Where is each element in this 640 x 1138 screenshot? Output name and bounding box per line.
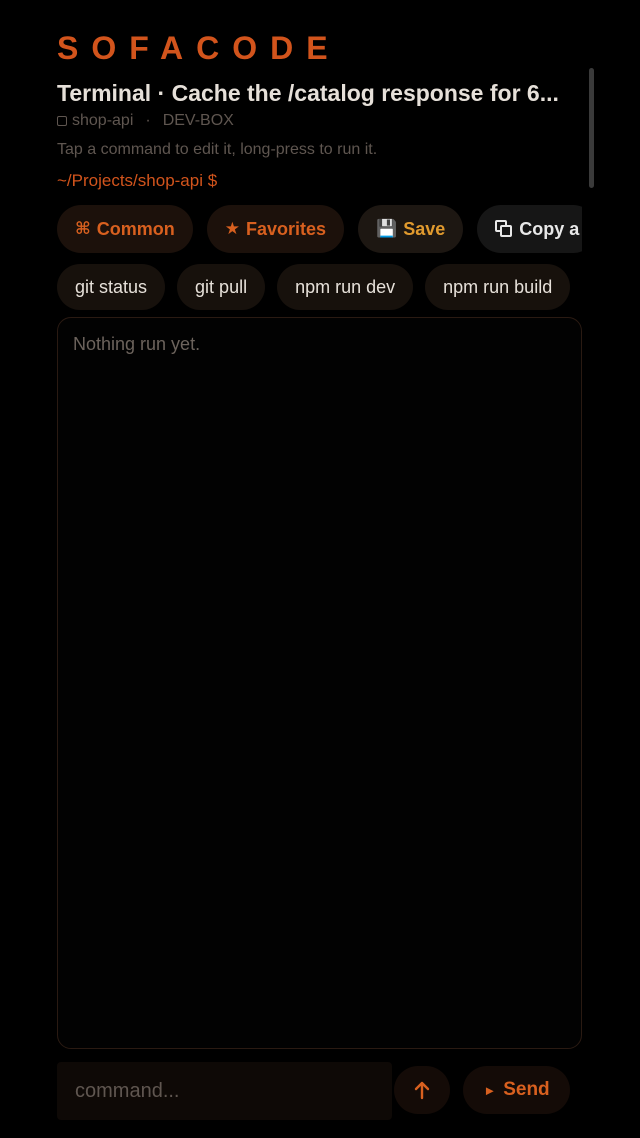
send-button[interactable]: ► Send xyxy=(463,1066,570,1114)
quick-commands-scroll[interactable]: git status git pull npm run dev npm run … xyxy=(57,264,582,310)
command-key-icon: ⌘ xyxy=(75,219,91,238)
quick-command-npm-run-build[interactable]: npm run build xyxy=(425,264,571,310)
favorites-label: Favorites xyxy=(246,218,327,239)
copy-button[interactable]: Copy a xyxy=(477,205,582,253)
brand-logo: SOFACODE xyxy=(57,30,341,66)
host-name: DEV-BOX xyxy=(162,112,234,129)
session-meta: shop-api · DEV-BOX xyxy=(57,112,234,130)
terminal-screen: SOFACODE Terminal · Cache the /catalog r… xyxy=(0,0,640,1138)
toolbar-scroll[interactable]: ⌘ Common ★ Favorites 💾 Save Copy a xyxy=(57,205,582,255)
page-title: Terminal · Cache the /catalog response f… xyxy=(57,80,559,106)
star-icon: ★ xyxy=(224,219,241,238)
common-label: Common xyxy=(96,218,175,239)
usage-hint: Tap a command to edit it, long-press to … xyxy=(57,141,378,158)
history-up-button[interactable] xyxy=(394,1066,450,1114)
scrollbar[interactable] xyxy=(589,68,594,188)
folder-icon xyxy=(57,116,67,126)
save-label: Save xyxy=(403,218,446,239)
project-name: shop-api xyxy=(72,112,134,129)
toolbar: ⌘ Common ★ Favorites 💾 Save Copy a xyxy=(57,205,582,253)
command-input-wrapper xyxy=(57,1062,392,1120)
quick-command-npm-run-dev[interactable]: npm run dev xyxy=(277,264,414,310)
play-icon: ► xyxy=(483,1082,497,1098)
favorites-button[interactable]: ★ Favorites xyxy=(206,205,345,253)
quick-command-git-status[interactable]: git status xyxy=(57,264,166,310)
copy-label: Copy a xyxy=(519,218,580,239)
command-input[interactable] xyxy=(75,1079,392,1103)
output-empty-state: Nothing run yet. xyxy=(73,334,201,354)
common-button[interactable]: ⌘ Common xyxy=(57,205,193,253)
meta-separator: · xyxy=(145,112,151,129)
copy-icon xyxy=(495,220,513,238)
send-label: Send xyxy=(503,1079,550,1100)
quick-command-git-pull[interactable]: git pull xyxy=(177,264,266,310)
arrow-up-icon xyxy=(414,1081,430,1100)
floppy-disk-icon: 💾 xyxy=(376,219,398,238)
save-button[interactable]: 💾 Save xyxy=(358,205,464,253)
working-directory-prompt: ~/Projects/shop-api $ xyxy=(57,171,218,190)
quick-commands: git status git pull npm run dev npm run … xyxy=(57,264,582,310)
output-panel[interactable]: Nothing run yet. xyxy=(57,317,582,1049)
